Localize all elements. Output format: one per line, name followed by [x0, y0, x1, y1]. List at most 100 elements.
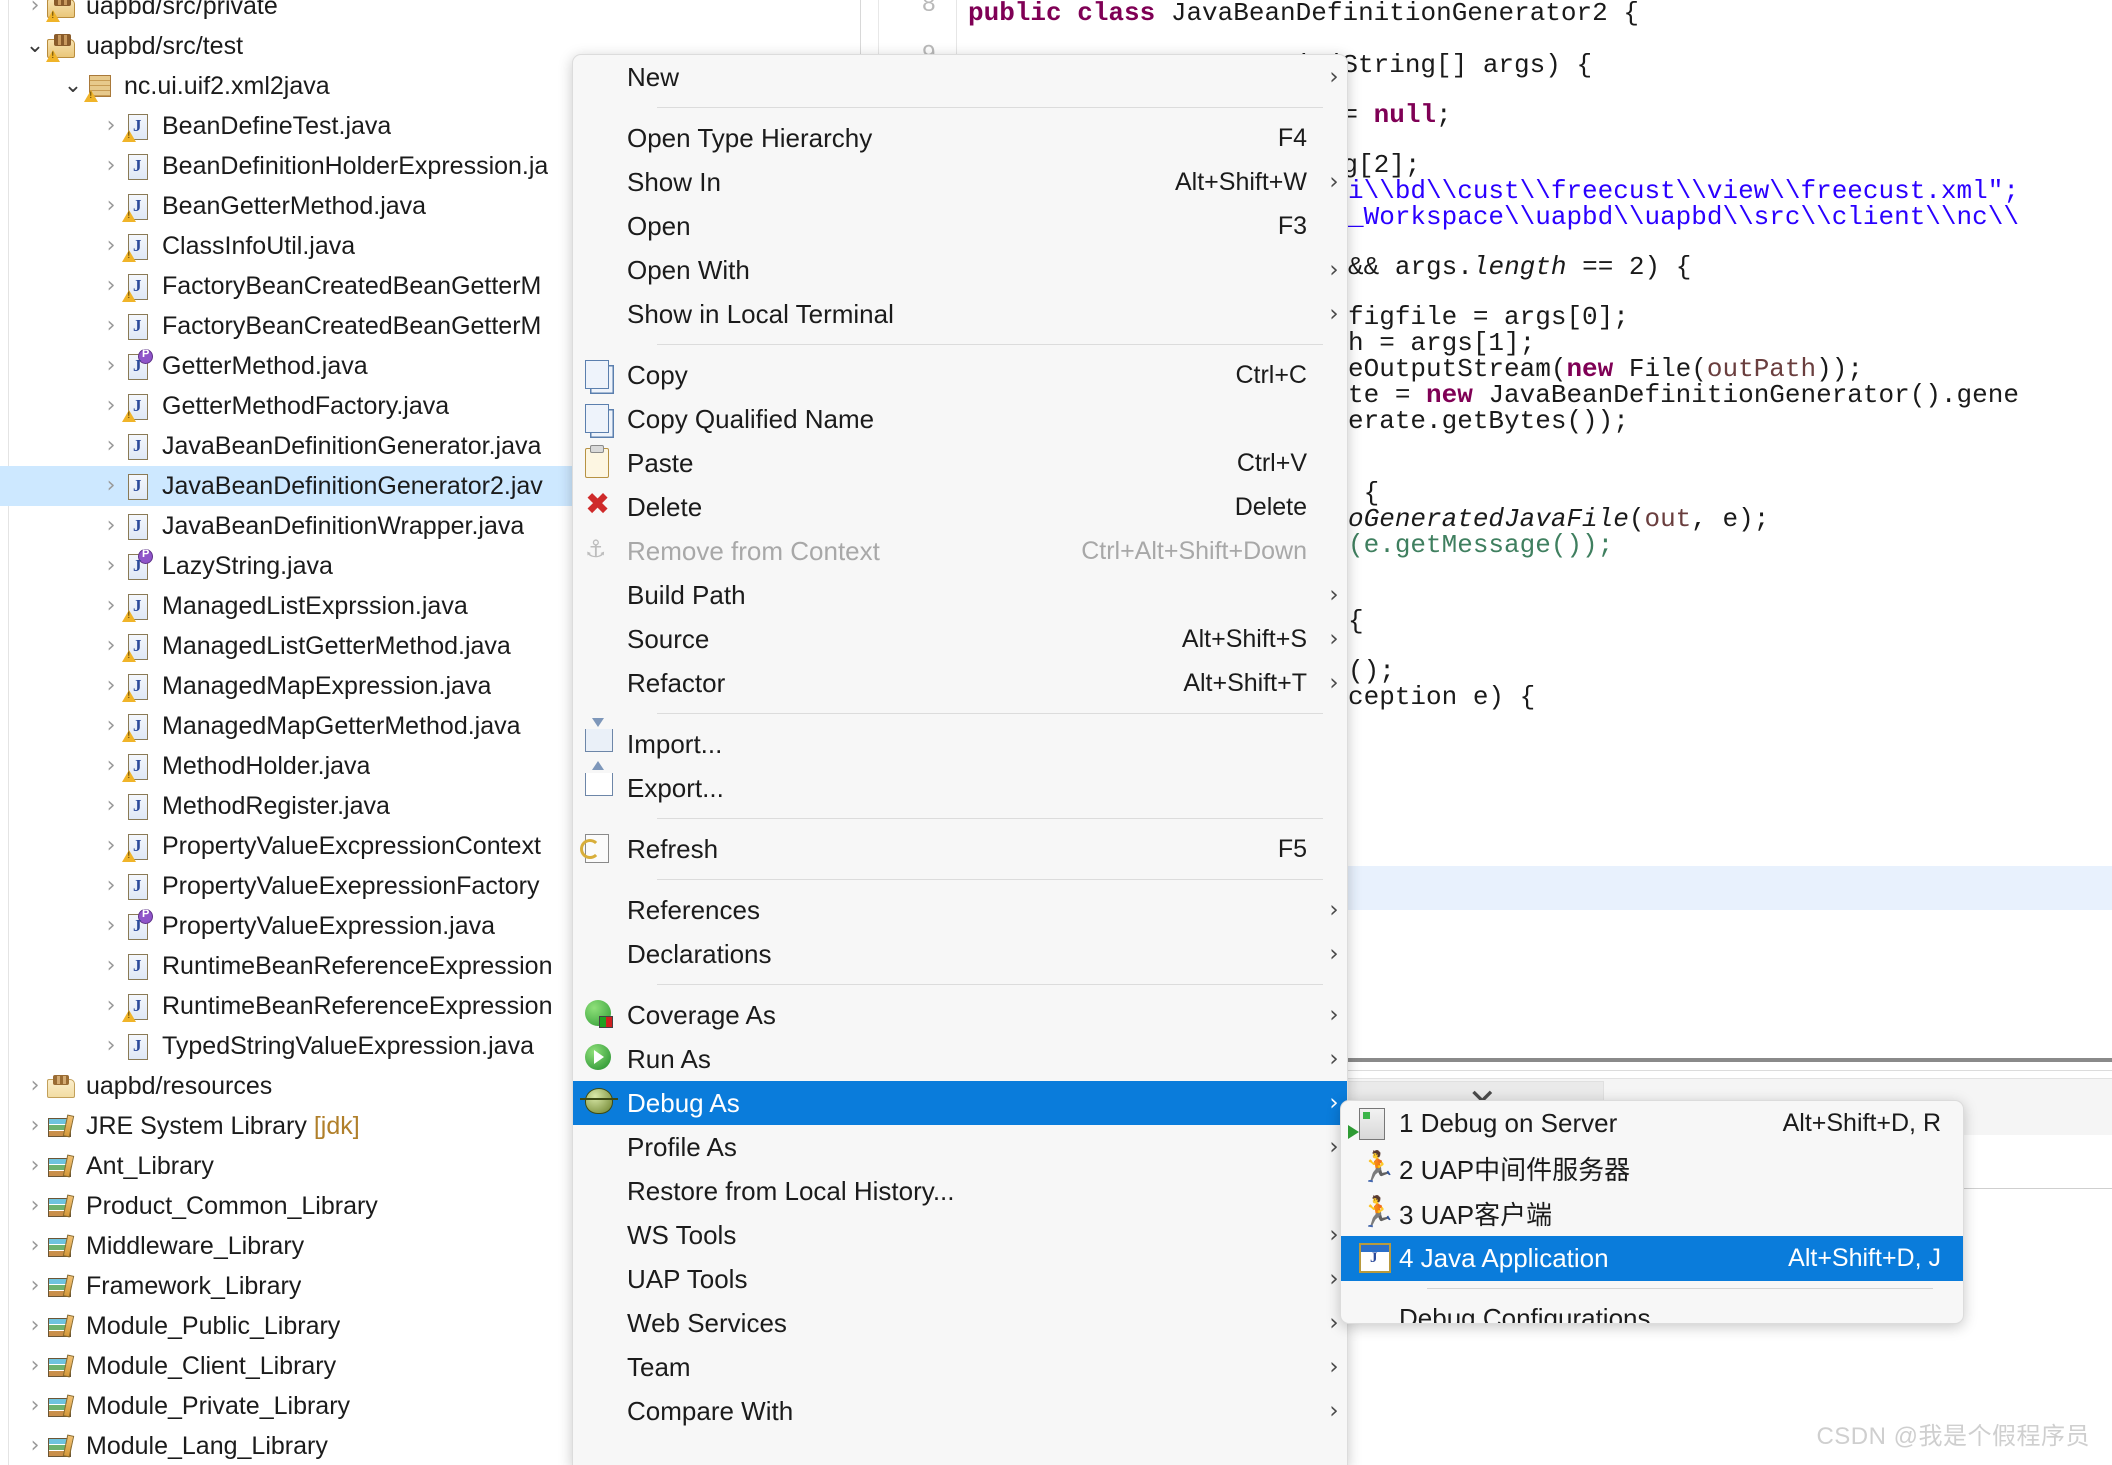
menu-item-open[interactable]: Open F3: [573, 204, 1347, 248]
menu-item-new[interactable]: New ›: [573, 55, 1347, 99]
chevron-right-icon[interactable]: ›: [100, 875, 122, 897]
menu-item-restore-from-local-history[interactable]: Restore from Local History...: [573, 1169, 1347, 1213]
menu-item-copy[interactable]: Copy Ctrl+C: [573, 353, 1347, 397]
chevron-right-icon[interactable]: ›: [100, 1035, 122, 1057]
menu-item-source[interactable]: Source Alt+Shift+S ›: [573, 617, 1347, 661]
debug-submenu-item-2-uap[interactable]: 🏃 2 UAP中间件服务器: [1341, 1146, 1963, 1191]
tree-item[interactable]: ⌄! nc.ui.uif2.xml2java: [0, 66, 572, 106]
menu-item-debug-as[interactable]: Debug As ›: [573, 1081, 1347, 1125]
tree-item[interactable]: › MethodRegister.java: [0, 786, 572, 826]
chevron-right-icon[interactable]: ›: [24, 1235, 46, 1257]
tree-item[interactable]: ⌄! uapbd/src/test: [0, 26, 572, 66]
menu-item-coverage-as[interactable]: Coverage As ›: [573, 993, 1347, 1037]
tree-item[interactable]: ›! GetterMethodFactory.java: [0, 386, 572, 426]
tree-item[interactable]: ›! ClassInfoUtil.java: [0, 226, 572, 266]
chevron-right-icon[interactable]: ›: [100, 235, 122, 257]
chevron-right-icon[interactable]: ›: [24, 1435, 46, 1457]
package-explorer-tree[interactable]: ›! uapbd/src/private ⌄! uapbd/src/test ⌄! nc.…: [0, 0, 572, 1465]
tree-item[interactable]: › BeanDefinitionHolderExpression.ja: [0, 146, 572, 186]
chevron-right-icon[interactable]: ›: [100, 955, 122, 977]
chevron-right-icon[interactable]: ›: [100, 715, 122, 737]
tree-item[interactable]: › JavaBeanDefinitionGenerator2.jav: [0, 466, 572, 506]
tree-item[interactable]: › PropertyValueExpression.java: [0, 906, 572, 946]
tree-item[interactable]: › JavaBeanDefinitionWrapper.java: [0, 506, 572, 546]
menu-item-declarations[interactable]: Declarations ›: [573, 932, 1347, 976]
debug-submenu-item-debug-configurations[interactable]: Debug Configurations...: [1341, 1296, 1963, 1323]
chevron-down-icon[interactable]: ⌄: [62, 75, 84, 97]
tree-item[interactable]: ›! ManagedListExprssion.java: [0, 586, 572, 626]
menu-item-compare-with[interactable]: Compare With ›: [573, 1389, 1347, 1433]
tree-item[interactable]: › Middleware_Library: [0, 1226, 572, 1266]
chevron-right-icon[interactable]: ›: [24, 1155, 46, 1177]
chevron-right-icon[interactable]: ›: [100, 795, 122, 817]
chevron-right-icon[interactable]: ›: [100, 915, 122, 937]
tree-item[interactable]: › Ant_Library: [0, 1146, 572, 1186]
chevron-right-icon[interactable]: ›: [100, 475, 122, 497]
tree-item[interactable]: ›! BeanGetterMethod.java: [0, 186, 572, 226]
tree-item[interactable]: ›! MethodHolder.java: [0, 746, 572, 786]
menu-item-import[interactable]: Import...: [573, 718, 1347, 766]
tree-item[interactable]: › JRE System Library [jdk]: [0, 1106, 572, 1146]
tree-item[interactable]: › Module_Public_Library: [0, 1306, 572, 1346]
tree-item[interactable]: › PropertyValueExepressionFactory: [0, 866, 572, 906]
menu-item-refresh[interactable]: Refresh F5: [573, 827, 1347, 871]
chevron-right-icon[interactable]: ›: [100, 555, 122, 577]
tree-item[interactable]: ›! BeanDefineTest.java: [0, 106, 572, 146]
chevron-right-icon[interactable]: ›: [100, 675, 122, 697]
menu-item-show-in-local-terminal[interactable]: Show in Local Terminal ›: [573, 292, 1347, 336]
tree-item[interactable]: › RuntimeBeanReferenceExpression: [0, 946, 572, 986]
tree-item[interactable]: › Module_Lang_Library: [0, 1426, 572, 1465]
chevron-right-icon[interactable]: ›: [24, 1315, 46, 1337]
tree-item[interactable]: › Module_Private_Library: [0, 1386, 572, 1426]
chevron-right-icon[interactable]: ›: [100, 435, 122, 457]
menu-item-team[interactable]: Team ›: [573, 1345, 1347, 1389]
chevron-right-icon[interactable]: ›: [100, 115, 122, 137]
chevron-right-icon[interactable]: ›: [24, 1075, 46, 1097]
menu-item-run-as[interactable]: Run As ›: [573, 1037, 1347, 1081]
menu-item-uap-tools[interactable]: UAP Tools ›: [573, 1257, 1347, 1301]
chevron-down-icon[interactable]: ⌄: [24, 35, 46, 57]
chevron-right-icon[interactable]: ›: [100, 995, 122, 1017]
debug-submenu-item-4-java-application[interactable]: 4 Java Application Alt+Shift+D, J: [1341, 1236, 1963, 1281]
chevron-right-icon[interactable]: ›: [100, 315, 122, 337]
tree-item[interactable]: › TypedStringValueExpression.java: [0, 1026, 572, 1066]
tree-item[interactable]: › uapbd/resources: [0, 1066, 572, 1106]
tree-item[interactable]: ›! ManagedMapGetterMethod.java: [0, 706, 572, 746]
menu-item-show-in[interactable]: Show In Alt+Shift+W ›: [573, 160, 1347, 204]
menu-item-paste[interactable]: Paste Ctrl+V: [573, 441, 1347, 485]
menu-item-profile-as[interactable]: Profile As ›: [573, 1125, 1347, 1169]
tree-item[interactable]: ›! FactoryBeanCreatedBeanGetterM: [0, 266, 572, 306]
tree-item[interactable]: › Product_Common_Library: [0, 1186, 572, 1226]
chevron-right-icon[interactable]: ›: [24, 1275, 46, 1297]
tree-item[interactable]: ›! ManagedMapExpression.java: [0, 666, 572, 706]
menu-item-ws-tools[interactable]: WS Tools ›: [573, 1213, 1347, 1257]
chevron-right-icon[interactable]: ›: [100, 155, 122, 177]
chevron-right-icon[interactable]: ›: [100, 515, 122, 537]
menu-item-open-type-hierarchy[interactable]: Open Type Hierarchy F4: [573, 116, 1347, 160]
chevron-right-icon[interactable]: ›: [100, 755, 122, 777]
chevron-right-icon[interactable]: ›: [100, 395, 122, 417]
chevron-right-icon[interactable]: ›: [100, 355, 122, 377]
tree-item[interactable]: › LazyString.java: [0, 546, 572, 586]
tree-item[interactable]: › Framework_Library: [0, 1266, 572, 1306]
tree-item[interactable]: ›! ManagedListGetterMethod.java: [0, 626, 572, 666]
tree-item[interactable]: ›! PropertyValueExcpressionContext: [0, 826, 572, 866]
debug-submenu-item-1-debug-on-server[interactable]: 1 Debug on Server Alt+Shift+D, R: [1341, 1101, 1963, 1146]
tree-item[interactable]: › FactoryBeanCreatedBeanGetterM: [0, 306, 572, 346]
context-menu[interactable]: New › Open Type Hierarchy F4 Show In Alt+Shif…: [572, 54, 1348, 1465]
chevron-right-icon[interactable]: ›: [100, 595, 122, 617]
chevron-right-icon[interactable]: ›: [100, 195, 122, 217]
chevron-right-icon[interactable]: ›: [100, 275, 122, 297]
chevron-right-icon[interactable]: ›: [24, 1195, 46, 1217]
debug-submenu-item-3-uap[interactable]: 🏃 3 UAP客户端: [1341, 1191, 1963, 1236]
tree-list[interactable]: ›! uapbd/src/private ⌄! uapbd/src/test ⌄! nc.…: [0, 0, 572, 1465]
tree-item[interactable]: › JavaBeanDefinitionGenerator.java: [0, 426, 572, 466]
menu-item-open-with[interactable]: Open With ›: [573, 248, 1347, 292]
chevron-right-icon[interactable]: ›: [24, 1355, 46, 1377]
tree-item[interactable]: › Module_Client_Library: [0, 1346, 572, 1386]
menu-item-build-path[interactable]: Build Path ›: [573, 573, 1347, 617]
tree-item[interactable]: ›! RuntimeBeanReferenceExpression: [0, 986, 572, 1026]
tree-item[interactable]: ›! uapbd/src/private: [0, 0, 572, 26]
chevron-right-icon[interactable]: ›: [100, 835, 122, 857]
menu-item-copy-qualified-name[interactable]: Copy Qualified Name: [573, 397, 1347, 441]
